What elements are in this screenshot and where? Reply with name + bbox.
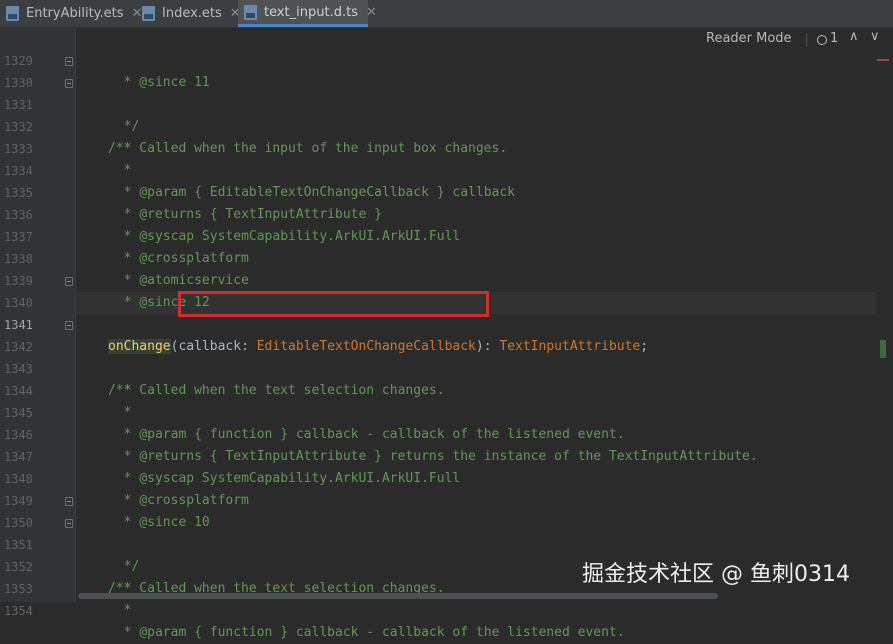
code-line: 1335 * @returns { TextInputAttribute }	[0, 160, 878, 222]
tab-index[interactable]: Index.ets ✕	[136, 0, 241, 27]
code-line: 1342 /**	[0, 314, 878, 398]
tab-entryability[interactable]: EntryAbility.ets ✕	[0, 0, 142, 27]
code-line: 1332 * Called when the input of the inpu…	[0, 94, 878, 156]
match-count: 1	[830, 31, 839, 46]
fold-icon[interactable]	[65, 497, 73, 506]
code-line: 1343 * Called when the text selection ch…	[0, 336, 878, 398]
code-line: 1334 * @param { EditableTextOnChangeCall…	[0, 138, 878, 200]
code-line: 1345 * @param { function } callback - ca…	[0, 380, 878, 442]
code-line: 1350 */	[0, 490, 878, 574]
tab-label: EntryAbility.ets	[26, 6, 124, 21]
code-line: 1344 *	[0, 358, 878, 420]
line-number: 1354	[4, 604, 33, 618]
scroll-thumb[interactable]	[880, 340, 886, 358]
code-line: 1331 /**	[0, 72, 878, 156]
code-line: 1338 * @atomicservice	[0, 226, 878, 288]
fold-icon[interactable]	[65, 321, 73, 330]
previous-match-button[interactable]: ∧	[849, 29, 859, 44]
code-line: 1330 */	[0, 50, 878, 134]
tab-label: Index.ets	[162, 6, 222, 21]
fold-icon[interactable]	[65, 57, 73, 66]
error-stripe-marker[interactable]	[877, 59, 889, 61]
tab-label: text_input.d.ts	[264, 4, 358, 20]
vertical-scrollbar[interactable]	[878, 28, 893, 602]
annotation-highlight-box	[178, 291, 489, 317]
fold-icon[interactable]	[65, 519, 73, 528]
reader-mode-button[interactable]: Reader Mode	[706, 31, 792, 46]
close-tab-icon[interactable]: ✕	[366, 5, 377, 20]
horizontal-scrollbar[interactable]	[78, 593, 718, 599]
fold-icon[interactable]	[65, 277, 73, 286]
ets-file-icon	[142, 6, 155, 21]
ets-file-icon	[6, 6, 19, 21]
line-text: *	[108, 603, 132, 618]
match-indicator-icon	[817, 35, 827, 45]
code-line: 1336 * @syscap SystemCapability.ArkUI.Ar…	[0, 182, 878, 244]
ts-file-icon	[244, 4, 257, 20]
code-line: 1339 * @since 12	[0, 248, 878, 310]
code-line: 1346 * @returns { TextInputAttribute } r…	[0, 402, 878, 464]
code-line: 1347 * @syscap SystemCapability.ArkUI.Ar…	[0, 424, 878, 486]
code-line: 1349 * @since 10	[0, 468, 878, 530]
code-line: 1352 * Called when the text selection ch…	[0, 534, 878, 596]
toolbar-divider	[806, 33, 807, 47]
code-line: 1340 */	[0, 270, 878, 354]
code-line: 1351 /**	[0, 512, 878, 596]
code-line: 1348 * @crossplatform	[0, 446, 878, 508]
code-line: 1333 *	[0, 116, 878, 178]
editor-tab-bar: EntryAbility.ets ✕ Index.ets ✕ text_inpu…	[0, 0, 893, 28]
watermark: 掘金技术社区 @ 鱼刺0314	[582, 562, 850, 587]
code-line: 1337 * @crossplatform	[0, 204, 878, 266]
tab-text-input[interactable]: text_input.d.ts ✕	[238, 0, 377, 27]
fold-icon[interactable]	[65, 79, 73, 88]
line-text: * @param { function } callback - callbac…	[108, 625, 625, 640]
